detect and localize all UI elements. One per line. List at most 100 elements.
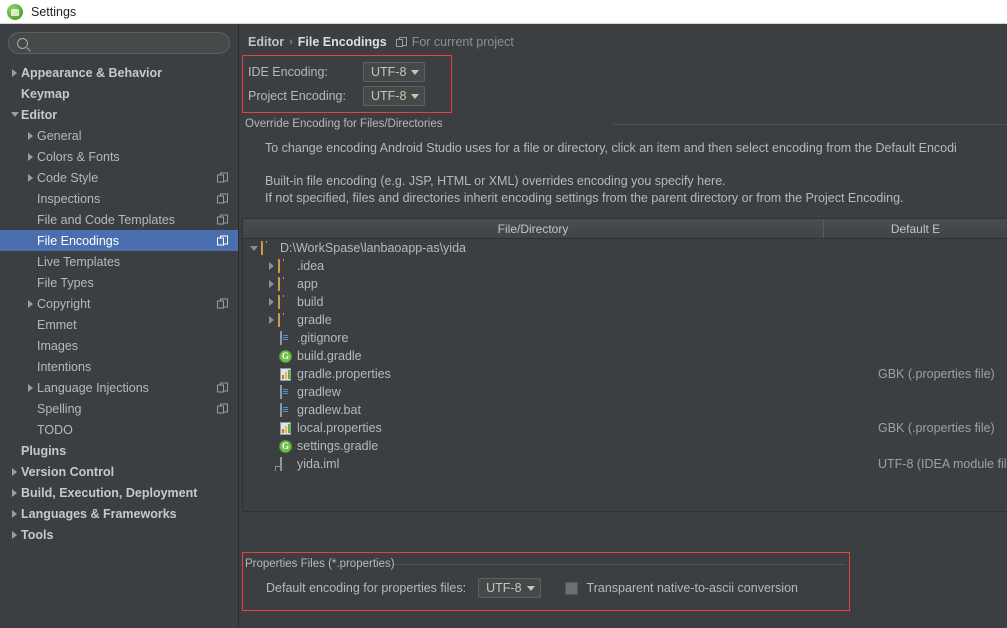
breadcrumb: Editor › File Encodings For current proj… <box>248 35 514 49</box>
file-name-label: local.properties <box>297 421 382 435</box>
table-row[interactable]: local.properties GBK (.properties file) <box>243 419 1007 437</box>
sidebar-item-inspections[interactable]: Inspections <box>0 188 238 209</box>
chevron-right-icon[interactable] <box>24 299 37 308</box>
column-header-file-directory[interactable]: File/Directory <box>243 219 824 238</box>
table-row[interactable]: gradle.properties GBK (.properties file) <box>243 365 1007 383</box>
chevron-right-icon[interactable] <box>24 173 37 182</box>
sidebar-item-version-control[interactable]: Version Control <box>0 461 238 482</box>
copy-settings-icon <box>217 403 228 414</box>
window-titlebar: Settings <box>0 0 1007 24</box>
chevron-right-icon[interactable] <box>8 68 21 77</box>
column-header-default-encoding[interactable]: Default E <box>824 219 1007 238</box>
file-cell: build <box>243 295 845 309</box>
sidebar-item-language-injections[interactable]: Language Injections <box>0 377 238 398</box>
chevron-right-icon[interactable] <box>24 131 37 140</box>
sidebar-item-languages-frameworks[interactable]: Languages & Frameworks <box>0 503 238 524</box>
table-row[interactable]: .idea <box>243 257 1007 275</box>
chevron-right-icon[interactable] <box>264 298 278 306</box>
chevron-down-icon[interactable] <box>8 112 21 117</box>
table-row[interactable]: .gitignore <box>243 329 1007 347</box>
sidebar-item-file-and-code-templates[interactable]: File and Code Templates <box>0 209 238 230</box>
sidebar-item-build-execution-deployment[interactable]: Build, Execution, Deployment <box>0 482 238 503</box>
breadcrumb-parent[interactable]: Editor <box>248 35 284 49</box>
sidebar-item-copyright[interactable]: Copyright <box>0 293 238 314</box>
table-row[interactable]: gradlew <box>243 383 1007 401</box>
sidebar-item-label: Tools <box>21 527 54 542</box>
sidebar-item-spelling[interactable]: Spelling <box>0 398 238 419</box>
breadcrumb-scope-note: For current project <box>411 35 514 49</box>
table-row[interactable]: app <box>243 275 1007 293</box>
file-encodings-pane: Editor › File Encodings For current proj… <box>239 24 1007 628</box>
default-encoding-cell[interactable]: UTF-8 (IDEA module file) <box>845 457 1007 471</box>
sidebar-item-emmet[interactable]: Emmet <box>0 314 238 335</box>
properties-group-divider <box>394 564 846 565</box>
sidebar-item-images[interactable]: Images <box>0 335 238 356</box>
ide-encoding-value: UTF-8 <box>371 65 407 79</box>
project-encoding-row: Project Encoding: UTF-8 <box>248 85 426 107</box>
table-row[interactable]: gradlew.bat <box>243 401 1007 419</box>
chevron-right-icon[interactable] <box>8 488 21 497</box>
sidebar-item-label: Keymap <box>21 86 70 101</box>
chevron-right-icon[interactable] <box>264 280 278 288</box>
chevron-right-icon[interactable] <box>8 509 21 518</box>
properties-encoding-dropdown[interactable]: UTF-8 <box>478 578 541 598</box>
table-row[interactable]: Gbuild.gradle <box>243 347 1007 365</box>
native-to-ascii-label: Transparent native-to-ascii conversion <box>586 581 798 595</box>
table-row[interactable]: build <box>243 293 1007 311</box>
sidebar-item-file-encodings[interactable]: File Encodings <box>0 230 238 251</box>
sidebar-item-todo[interactable]: TODO <box>0 419 238 440</box>
table-row[interactable]: gradle <box>243 311 1007 329</box>
table-body: D:\WorkSpase\lanbaoapp-as\yida .idea app bu… <box>243 239 1007 473</box>
sidebar-item-tools[interactable]: Tools <box>0 524 238 545</box>
sidebar-item-keymap[interactable]: Keymap <box>0 83 238 104</box>
sidebar-item-code-style[interactable]: Code Style <box>0 167 238 188</box>
chevron-right-icon[interactable] <box>24 152 37 161</box>
search-input[interactable] <box>34 35 221 51</box>
sidebar-item-intentions[interactable]: Intentions <box>0 356 238 377</box>
sidebar-item-label: Inspections <box>37 191 101 206</box>
settings-category-tree: Appearance & Behavior Keymap Editor General… <box>0 62 238 545</box>
sidebar-item-live-templates[interactable]: Live Templates <box>0 251 238 272</box>
sidebar-item-general[interactable]: General <box>0 125 238 146</box>
ide-encoding-label: IDE Encoding: <box>248 65 328 79</box>
sidebar-item-editor[interactable]: Editor <box>0 104 238 125</box>
copy-settings-icon <box>217 214 228 225</box>
ide-encoding-dropdown[interactable]: UTF-8 <box>363 62 426 82</box>
sidebar-item-appearance-behavior[interactable]: Appearance & Behavior <box>0 62 238 83</box>
file-cell: gradle <box>243 313 845 327</box>
sidebar-item-colors-fonts[interactable]: Colors & Fonts <box>0 146 238 167</box>
table-row[interactable]: D:\WorkSpase\lanbaoapp-as\yida <box>243 239 1007 257</box>
chevron-right-icon[interactable] <box>24 383 37 392</box>
chevron-right-icon[interactable] <box>264 262 278 270</box>
table-row[interactable]: yida.iml UTF-8 (IDEA module file) <box>243 455 1007 473</box>
sidebar-item-plugins[interactable]: Plugins <box>0 440 238 461</box>
search-box[interactable] <box>8 32 230 54</box>
file-cell: Gsettings.gradle <box>243 439 845 453</box>
chevron-down-icon <box>411 69 420 75</box>
sidebar-item-label: Plugins <box>21 443 67 458</box>
file-cell: D:\WorkSpase\lanbaoapp-as\yida <box>243 241 828 255</box>
project-encoding-value: UTF-8 <box>371 89 407 103</box>
project-encoding-dropdown[interactable]: UTF-8 <box>363 86 426 106</box>
properties-files-panel: Properties Files (*.properties) Default … <box>242 552 850 611</box>
table-row[interactable]: Gsettings.gradle <box>243 437 1007 455</box>
chevron-right-icon[interactable] <box>8 530 21 539</box>
native-to-ascii-checkbox[interactable] <box>564 581 578 595</box>
folder-icon <box>278 259 292 273</box>
default-encoding-cell[interactable]: GBK (.properties file) <box>845 421 995 435</box>
file-cell: gradlew.bat <box>243 403 845 417</box>
project-encoding-label: Project Encoding: <box>248 89 346 103</box>
properties-encoding-value: UTF-8 <box>486 581 522 595</box>
chevron-right-icon[interactable] <box>8 467 21 476</box>
file-name-label: yida.iml <box>297 457 340 471</box>
chevron-right-icon[interactable] <box>264 316 278 324</box>
sidebar-item-file-types[interactable]: File Types <box>0 272 238 293</box>
sidebar-item-label: General <box>37 128 82 143</box>
file-cell: Gbuild.gradle <box>243 349 845 363</box>
override-paragraph-2: Built-in file encoding (e.g. JSP, HTML o… <box>265 174 726 188</box>
default-encoding-cell[interactable]: GBK (.properties file) <box>845 367 995 381</box>
sidebar-item-label: TODO <box>37 422 73 437</box>
table-header-row: File/Directory Default E <box>243 219 1007 239</box>
chevron-down-icon[interactable] <box>247 245 261 251</box>
ide-encoding-row: IDE Encoding: UTF-8 <box>248 61 426 83</box>
